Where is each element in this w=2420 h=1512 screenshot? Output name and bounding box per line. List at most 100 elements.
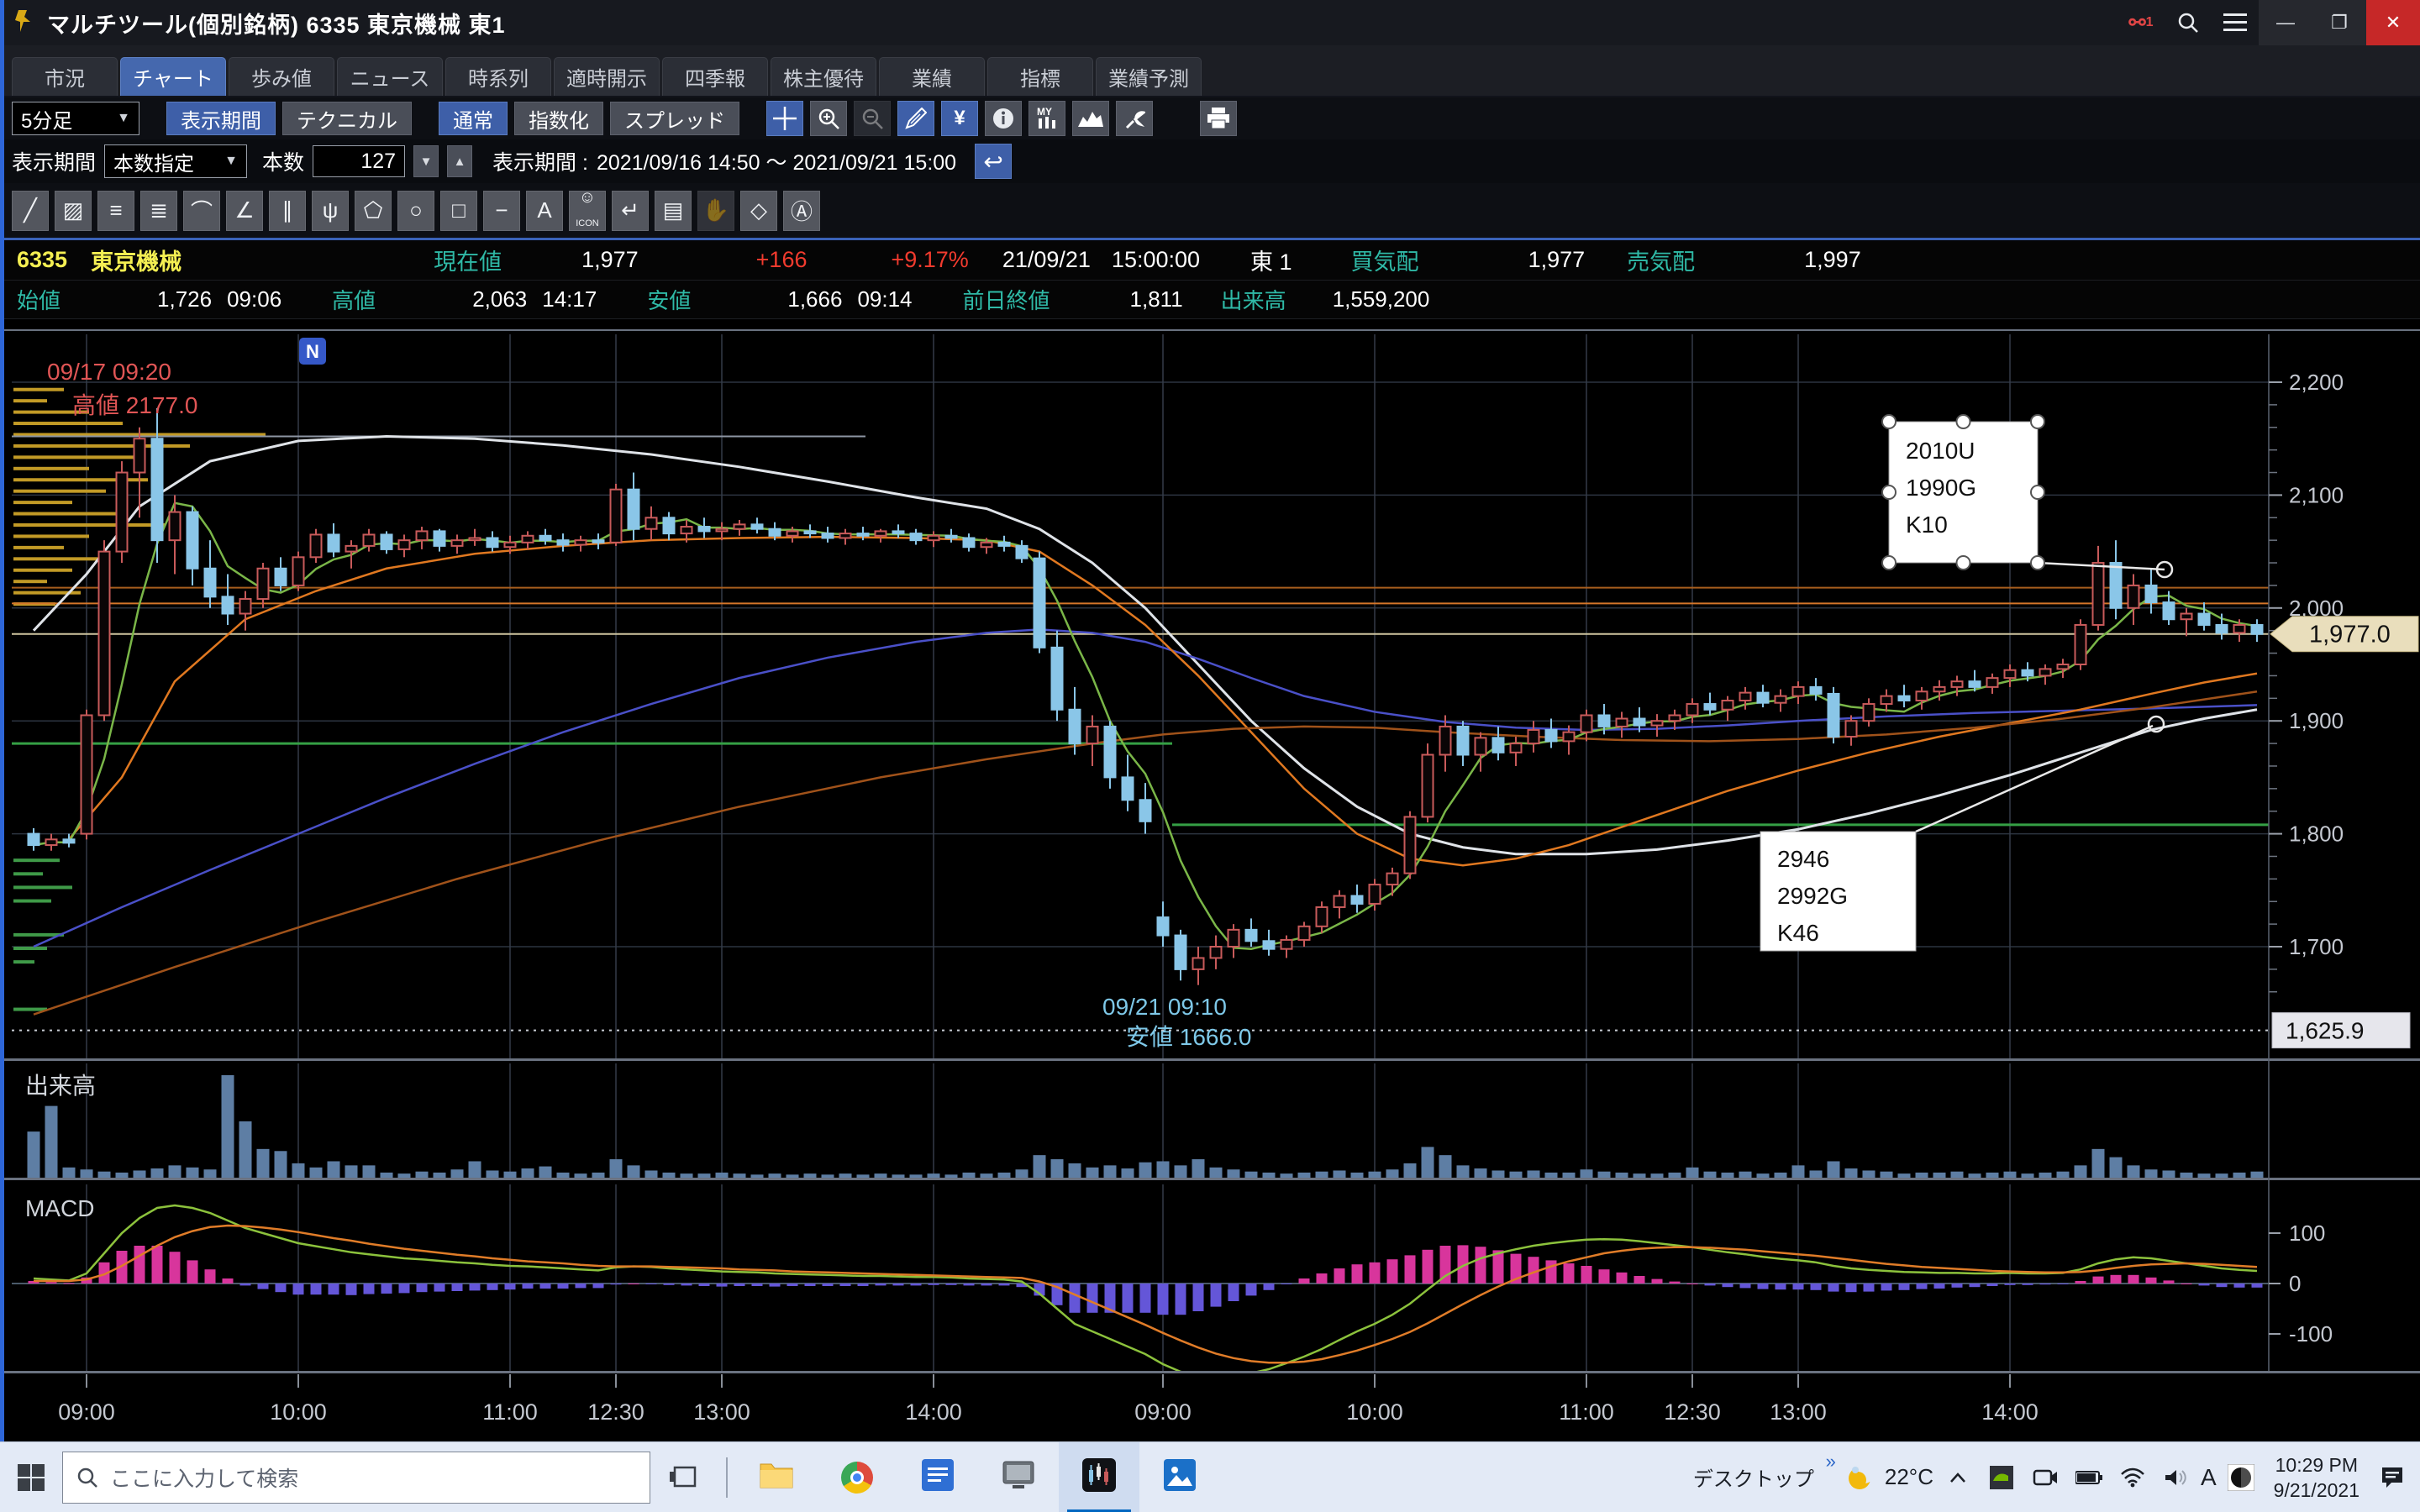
- overflow-chevrons[interactable]: »: [1826, 1451, 1836, 1473]
- zoom-out-button[interactable]: [854, 101, 891, 136]
- display-period-button[interactable]: 表示期間: [166, 102, 276, 135]
- info-button[interactable]: [985, 101, 1022, 136]
- selection-handle[interactable]: [1957, 415, 1970, 428]
- ask-price: 1,997: [1804, 247, 1861, 273]
- draw-horizontal-lines-3-icon[interactable]: ≡: [97, 191, 134, 231]
- tab-2[interactable]: 歩み値: [229, 57, 334, 96]
- tray-expand-chevron[interactable]: [1939, 1442, 1977, 1512]
- interval-dropdown[interactable]: 5分足▼: [12, 102, 139, 135]
- svg-text:K10: K10: [1906, 512, 1948, 538]
- draw-ellipse-icon[interactable]: ○: [397, 191, 434, 231]
- action-center-icon[interactable]: [2373, 1442, 2412, 1512]
- task-view-button[interactable]: [650, 1442, 718, 1512]
- svg-text:-100: -100: [2289, 1321, 2333, 1347]
- taskbar-clock[interactable]: 10:29 PM 9/21/2021: [2265, 1452, 2368, 1503]
- draw-trendline-icon[interactable]: ╱: [12, 191, 49, 231]
- weather-temp[interactable]: 22°C: [1885, 1464, 1933, 1490]
- selection-handle[interactable]: [2031, 556, 2044, 570]
- settings-wrench-button[interactable]: [1116, 101, 1153, 136]
- selection-handle[interactable]: [1957, 556, 1970, 570]
- taskbar-search-input[interactable]: ここに入力して検索: [62, 1452, 650, 1504]
- crosshair-button[interactable]: [766, 101, 803, 136]
- tab-9[interactable]: 指標: [987, 57, 1093, 96]
- start-button[interactable]: [0, 1442, 62, 1512]
- tab-8[interactable]: 業績: [879, 57, 985, 96]
- count-decrement[interactable]: ▼: [413, 145, 439, 177]
- draw-text-icon[interactable]: A: [526, 191, 563, 231]
- minimize-button[interactable]: —: [2259, 0, 2312, 45]
- technical-button[interactable]: テクニカル: [282, 102, 412, 135]
- normal-button[interactable]: 通常: [439, 102, 508, 135]
- indexed-button[interactable]: 指数化: [514, 102, 603, 135]
- selection-handle[interactable]: [1882, 486, 1896, 499]
- taskbar-app-file-explorer[interactable]: [736, 1442, 817, 1512]
- period-mode-dropdown[interactable]: 本数指定▼: [104, 144, 247, 178]
- tab-3[interactable]: ニュース: [337, 57, 443, 96]
- window-accent-border: [0, 0, 4, 1441]
- search-icon[interactable]: [2165, 0, 2212, 45]
- tab-7[interactable]: 株主優待: [771, 57, 876, 96]
- draw-horizontal-lines-4-icon[interactable]: ≣: [140, 191, 177, 231]
- zoom-in-button[interactable]: [810, 101, 847, 136]
- draw-eraser-text-icon[interactable]: Ⓐ: [783, 191, 820, 231]
- draw-eraser-icon[interactable]: ◇: [740, 191, 777, 231]
- taskbar-app-snipping-tool[interactable]: [978, 1442, 1059, 1512]
- news-badge[interactable]: N: [299, 338, 326, 365]
- draw-pitchfork-icon[interactable]: ψ: [312, 191, 349, 231]
- selection-handle[interactable]: [2031, 415, 2044, 428]
- tab-4[interactable]: 時系列: [445, 57, 551, 96]
- draw-parallel-line-icon[interactable]: ▨: [55, 191, 92, 231]
- tab-0[interactable]: 市況: [12, 57, 118, 96]
- tab-5[interactable]: 適時開示: [554, 57, 660, 96]
- draw-vertical-lines-icon[interactable]: ∥: [269, 191, 306, 231]
- close-button[interactable]: ✕: [2366, 0, 2420, 45]
- menu-icon[interactable]: [2212, 0, 2259, 45]
- wifi-icon[interactable]: [2113, 1442, 2152, 1512]
- drawing-toolbar: ╱▨≡≣⌒∠∥ψ⬠○□−A☺ICON↵▤✋◇Ⓐ: [0, 183, 2420, 240]
- print-button[interactable]: [1200, 101, 1237, 136]
- tab-6[interactable]: 四季報: [662, 57, 768, 96]
- link-icon[interactable]: ⚯1: [2118, 0, 2165, 45]
- spread-button[interactable]: スプレッド: [610, 102, 739, 135]
- weather-moon-icon[interactable]: [1841, 1442, 1880, 1512]
- count-input[interactable]: 127: [313, 145, 405, 177]
- battery-icon[interactable]: [2070, 1442, 2108, 1512]
- taskbar-app-mail[interactable]: [897, 1442, 978, 1512]
- reset-period-button[interactable]: ↩: [975, 144, 1012, 179]
- draw-horizontal-line-icon[interactable]: −: [483, 191, 520, 231]
- selection-handle[interactable]: [2031, 486, 2044, 499]
- selection-handle[interactable]: [1882, 556, 1896, 570]
- svg-text:2992G: 2992G: [1777, 883, 1848, 909]
- count-increment[interactable]: ▲: [447, 145, 472, 177]
- draw-pointer-icon[interactable]: ↵: [612, 191, 649, 231]
- my-chart-button[interactable]: MY: [1028, 101, 1065, 136]
- svg-text:出来高: 出来高: [25, 1073, 96, 1099]
- taskbar-app-photos[interactable]: [1139, 1442, 1220, 1512]
- draw-pencil-button[interactable]: [897, 101, 934, 136]
- price-chart[interactable]: 2,2002,1002,0001,9001,8001,70009:0010:00…: [0, 319, 2420, 1441]
- gpu-tray-icon[interactable]: [1982, 1442, 2021, 1512]
- draw-icon-stamp-icon[interactable]: ☺ICON: [569, 191, 606, 231]
- range-value: 2021/09/16 14:50 ～ 2021/09/21 15:00: [597, 146, 956, 176]
- draw-copy-list-icon[interactable]: ▤: [655, 191, 692, 231]
- volume-icon[interactable]: [2157, 1442, 2196, 1512]
- tab-1[interactable]: チャート: [120, 57, 226, 96]
- desktop-toolbar[interactable]: デスクトップ »: [1693, 1462, 1836, 1492]
- camera-tray-icon[interactable]: [2026, 1442, 2065, 1512]
- taskbar-apps: [736, 1442, 1220, 1512]
- high-price: 2,063: [472, 286, 527, 312]
- taskbar-app-chrome[interactable]: [817, 1442, 897, 1512]
- ime-indicator-icon[interactable]: [2222, 1442, 2260, 1512]
- draw-fibonacci-arc-icon[interactable]: ⌒: [183, 191, 220, 231]
- yen-scale-button[interactable]: ¥: [941, 101, 978, 136]
- taskbar-app-trading-app[interactable]: [1059, 1442, 1139, 1512]
- maximize-button[interactable]: ❐: [2312, 0, 2366, 45]
- draw-fan-line-icon[interactable]: ∠: [226, 191, 263, 231]
- draw-rectangle-icon[interactable]: □: [440, 191, 477, 231]
- mountain-chart-button[interactable]: [1072, 101, 1109, 136]
- draw-pentagon-icon[interactable]: ⬠: [355, 191, 392, 231]
- draw-hand-icon[interactable]: ✋: [697, 191, 734, 231]
- selection-handle[interactable]: [1882, 415, 1896, 428]
- ime-mode-letter[interactable]: A: [2201, 1464, 2217, 1491]
- tab-10[interactable]: 業績予測: [1096, 57, 1202, 96]
